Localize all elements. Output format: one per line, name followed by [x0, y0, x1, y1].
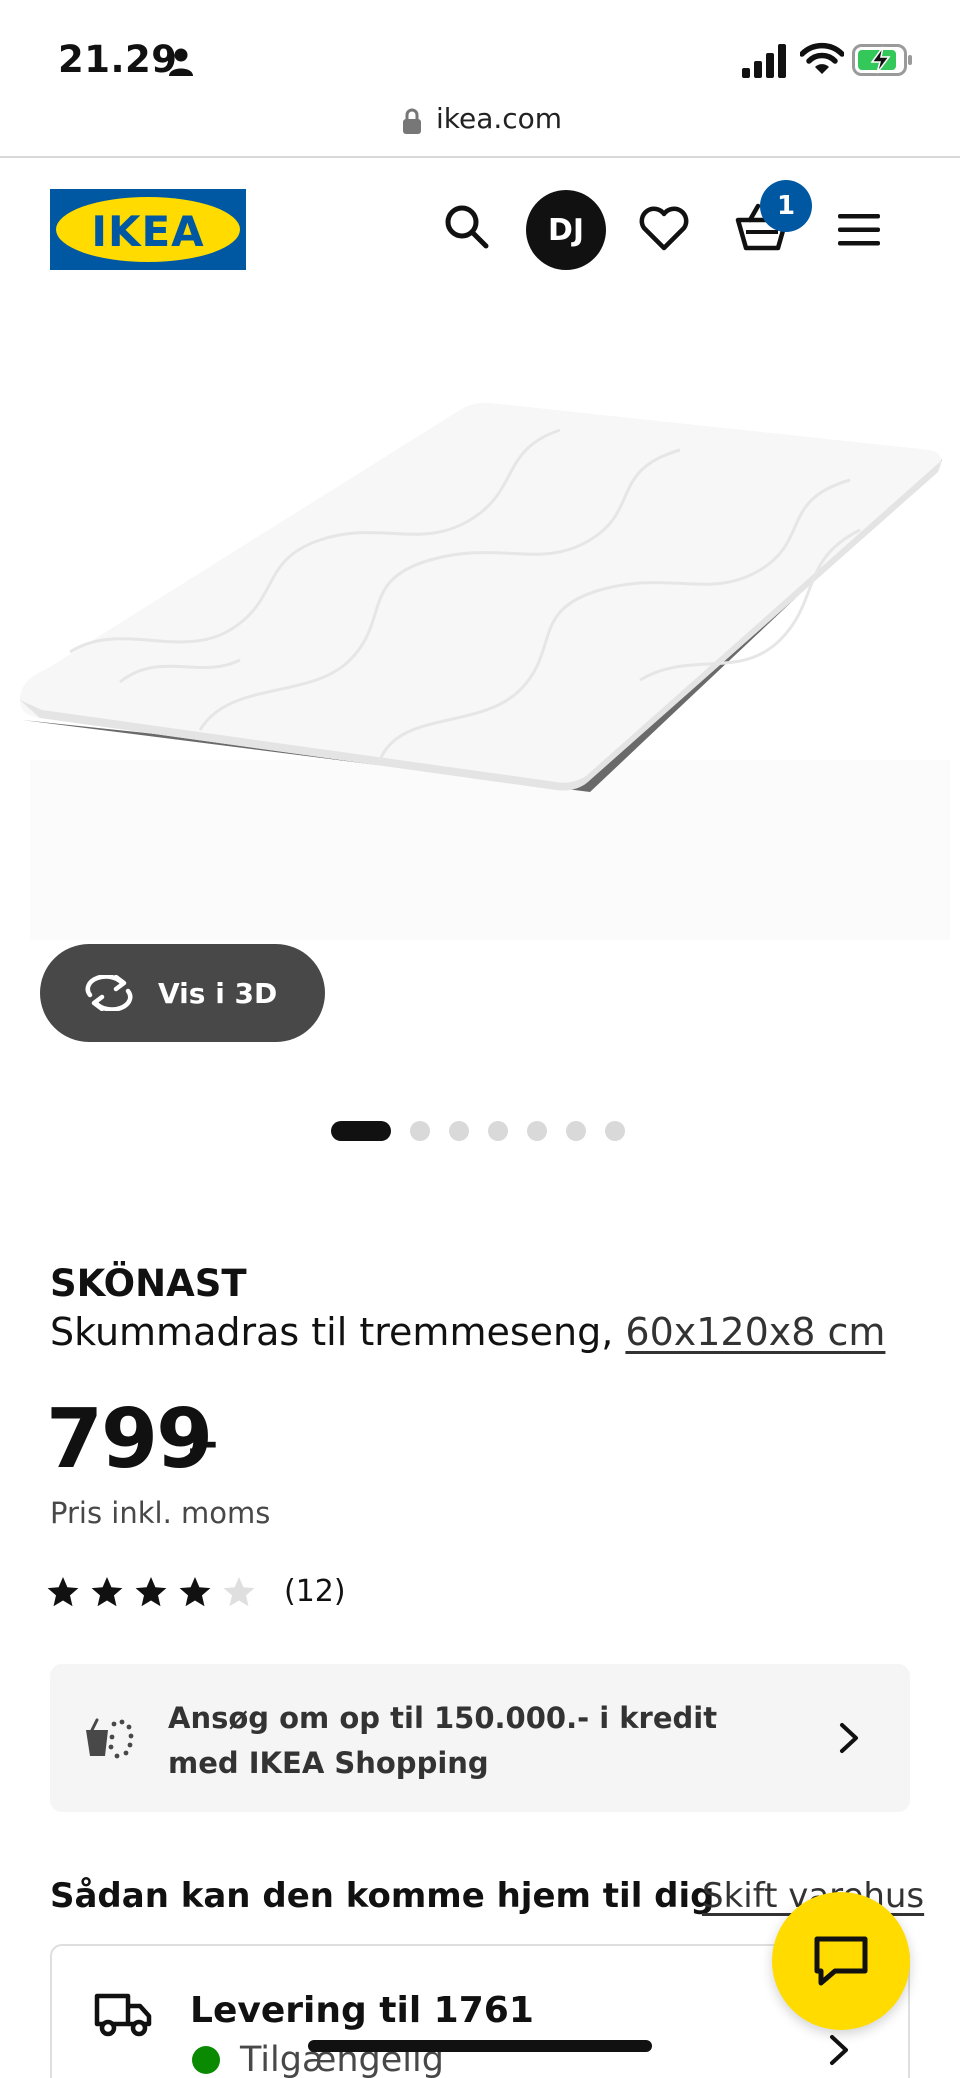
chevron-right-icon	[840, 1723, 858, 1753]
star-filled-icon	[47, 1576, 79, 1606]
heart-icon[interactable]	[638, 204, 690, 252]
menu-icon[interactable]	[838, 212, 886, 248]
chat-button[interactable]	[772, 1892, 910, 2030]
star-empty-icon	[223, 1576, 255, 1606]
battery-icon	[852, 44, 912, 76]
profile-button[interactable]: DJ	[526, 190, 606, 270]
product-price-suffix: .-	[186, 1420, 218, 1466]
carousel-dot-2[interactable]	[410, 1121, 430, 1141]
review-count: (12)	[284, 1574, 346, 1609]
rotate-3d-icon	[85, 975, 133, 1011]
carousel-dot-1[interactable]	[331, 1121, 391, 1141]
delivery-title: Levering til 1761	[190, 1990, 534, 2031]
star-filled-icon	[179, 1576, 211, 1606]
shopping-credit-icon	[86, 1718, 134, 1759]
product-size-link[interactable]: 60x120x8 cm	[625, 1310, 885, 1354]
search-icon[interactable]	[440, 200, 494, 254]
delivery-heading: Sådan kan den komme hjem til dig	[50, 1876, 715, 1916]
lock-icon	[403, 108, 421, 134]
price-note: Pris inkl. moms	[50, 1496, 271, 1530]
product-description-text: Skummadras til tremmeseng,	[50, 1310, 614, 1354]
product-image[interactable]	[0, 300, 960, 950]
status-time: 21.29	[58, 38, 178, 81]
home-indicator	[308, 2040, 652, 2052]
carousel-dot-7[interactable]	[605, 1121, 625, 1141]
credit-banner-text: Ansøg om op til 150.000.- i kredit med I…	[168, 1701, 718, 1780]
cart-count-badge: 1	[760, 180, 812, 232]
url-bar[interactable]: ikea.com	[0, 98, 960, 158]
ikea-logo[interactable]: IKEA	[50, 189, 246, 270]
carousel-dots	[331, 1121, 644, 1141]
logo-text: IKEA	[91, 207, 205, 256]
person-icon	[169, 48, 193, 76]
product-description: Skummadras til tremmeseng, 60x120x8 cm	[50, 1310, 885, 1354]
signal-icon	[742, 44, 786, 78]
truck-icon	[94, 1993, 152, 2037]
chat-icon	[814, 1936, 868, 1986]
view-3d-button[interactable]: Vis i 3D	[40, 944, 325, 1042]
rating[interactable]: (12)	[46, 1574, 346, 1609]
status-bar: 21.29	[0, 0, 960, 100]
wifi-icon	[800, 42, 844, 74]
carousel-dot-6[interactable]	[566, 1121, 586, 1141]
availability-dot	[192, 2046, 220, 2074]
star-filled-icon	[135, 1576, 167, 1606]
carousel-dot-3[interactable]	[449, 1121, 469, 1141]
product-name: SKÖNAST	[50, 1262, 247, 1305]
chevron-right-icon	[830, 2035, 848, 2065]
carousel-dot-4[interactable]	[488, 1121, 508, 1141]
view-3d-label: Vis i 3D	[158, 976, 278, 1010]
url-text: ikea.com	[436, 102, 563, 135]
credit-banner[interactable]: Ansøg om op til 150.000.- i kredit med I…	[50, 1664, 910, 1812]
carousel-dot-5[interactable]	[527, 1121, 547, 1141]
star-filled-icon	[91, 1576, 123, 1606]
